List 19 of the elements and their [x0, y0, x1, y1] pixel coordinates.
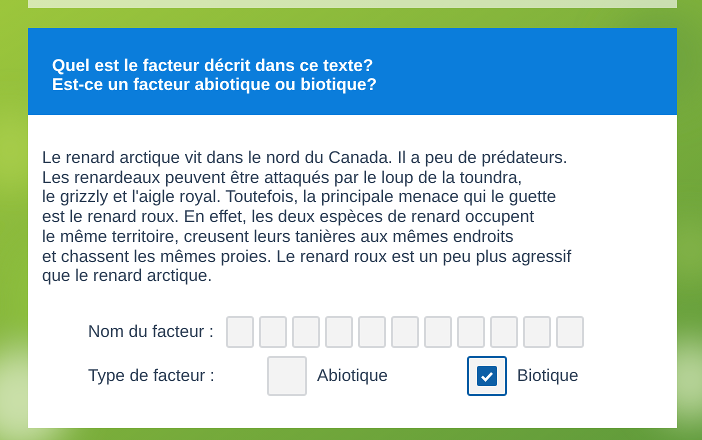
field-label: Nom du facteur :: [88, 321, 214, 344]
checkmark-icon: [477, 366, 497, 386]
letter-box[interactable]: [390, 316, 419, 348]
letter-box[interactable]: [522, 316, 551, 348]
letter-box[interactable]: [358, 316, 386, 348]
option-label: Biotique: [517, 365, 578, 388]
option-label: Abiotique: [317, 365, 388, 388]
letter-box[interactable]: [258, 316, 287, 348]
letter-box[interactable]: [424, 316, 452, 348]
passage-text: Le renard arctique vit dans le nord du Canada. Il a peu de prédateurs. Les renardeaux peuvent être attaqués par le loup de la toundra, le grizzly et l'aigle royal. Toutefois, la principale menace qui le guette est le renard roux. En effet, les deux espèces de renard occupent le même territoire, creusent leurs tanières aux mêmes endroits et chassent les mêmes proies. Le renard roux est un peu plus agressif que le renard arctique.: [42, 148, 572, 286]
letter-box[interactable]: [556, 316, 584, 348]
letter-box[interactable]: [456, 316, 485, 348]
letter-box[interactable]: [324, 316, 353, 348]
letter-box[interactable]: [226, 316, 254, 348]
question-text: Quel est le facteur décrit dans ce texte? Est-ce un facteur abiotique ou biotique?: [52, 56, 378, 94]
field-label: Type de facteur :: [88, 365, 216, 388]
letter-box[interactable]: [292, 316, 320, 348]
checkbox[interactable]: [467, 356, 507, 396]
letter-box[interactable]: [490, 316, 518, 348]
